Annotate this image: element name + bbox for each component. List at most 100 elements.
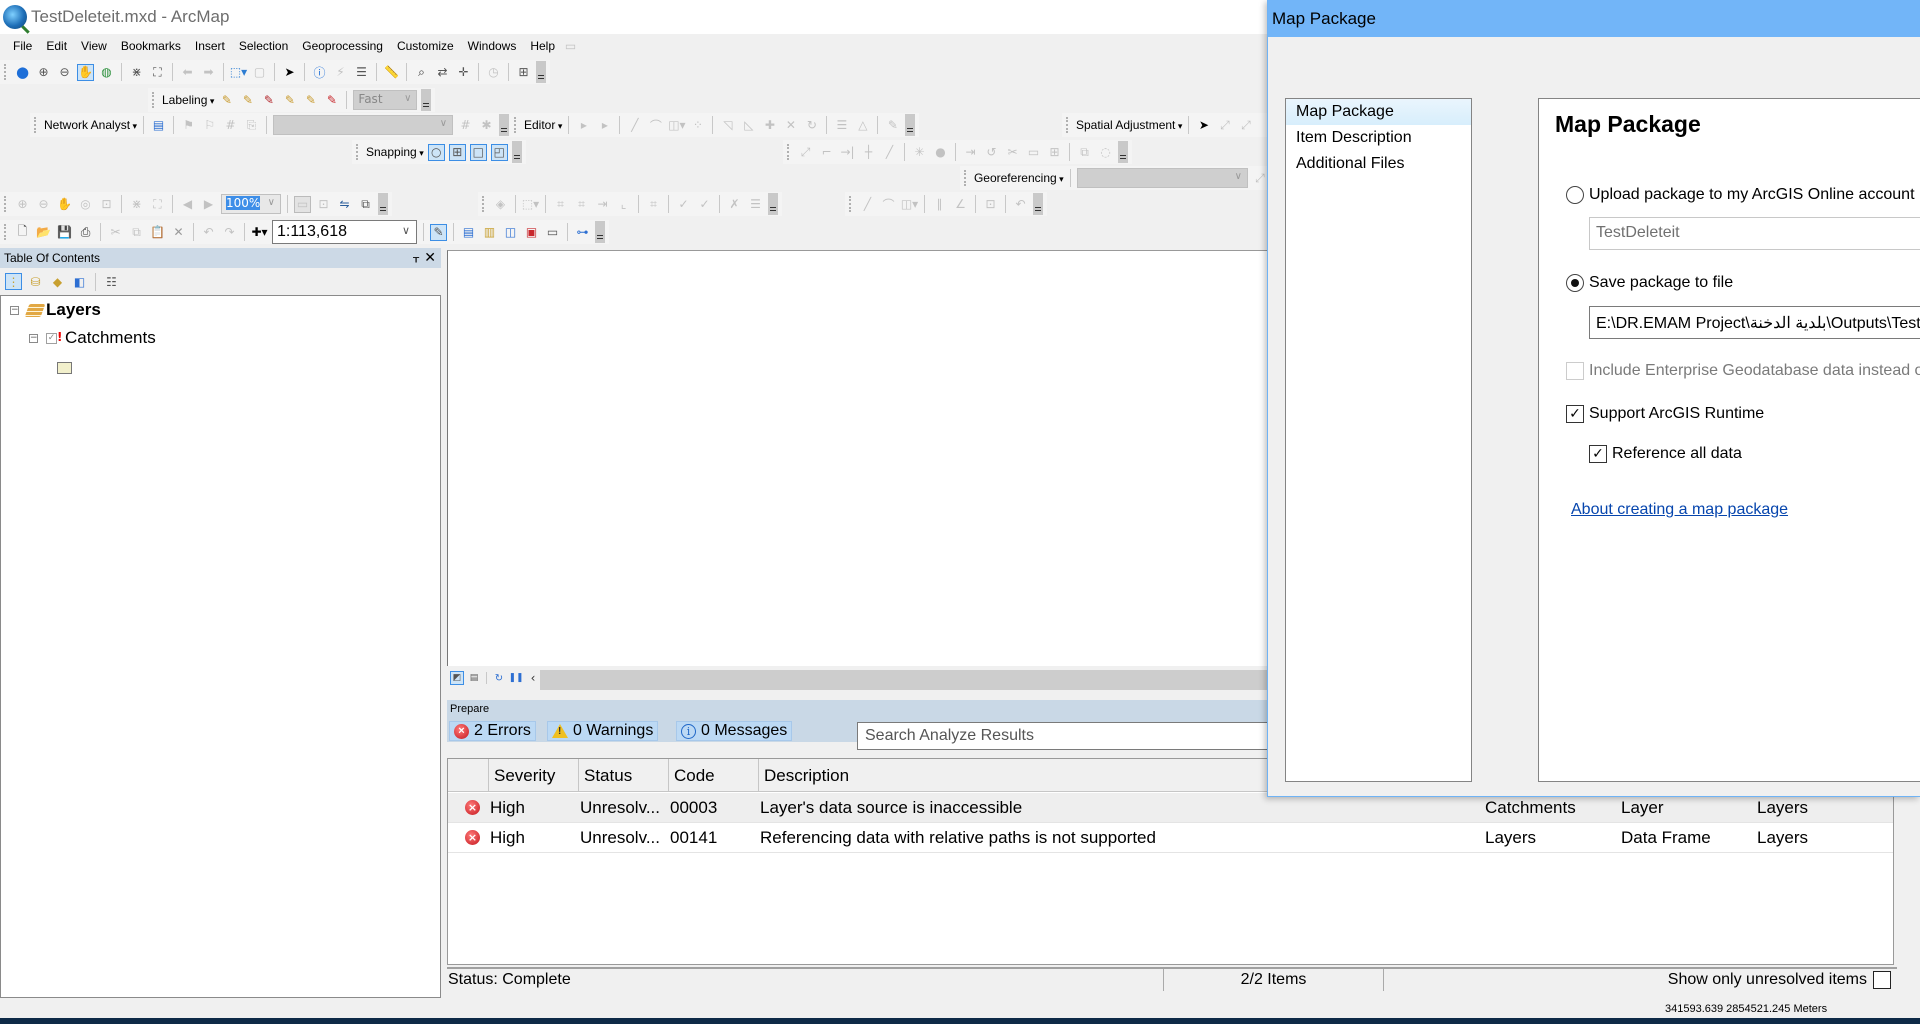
copy-icon[interactable]: ⧉ (128, 224, 145, 241)
support-runtime-checkbox[interactable]: ✓ (1566, 405, 1584, 423)
dialog-title[interactable]: Map Package (1268, 0, 1920, 37)
edge-snapping-icon[interactable]: ◰ (490, 143, 508, 161)
buffer-icon[interactable]: ◌ (1097, 144, 1114, 161)
trim-icon[interactable]: ┼ (860, 144, 877, 161)
label-manager-icon[interactable]: ✎ (218, 92, 235, 109)
save-icon[interactable]: 💾 (56, 224, 73, 241)
line-tool-icon[interactable]: ╱ (859, 196, 876, 213)
fixed-zoom-out-icon[interactable]: ⛶ (149, 64, 166, 81)
forward-extent-icon[interactable]: ➡ (200, 64, 217, 81)
select-elements-icon[interactable]: ➤ (281, 64, 298, 81)
magnifier-window-icon[interactable]: ⊞ (515, 64, 532, 81)
toolbar-overflow[interactable] (511, 141, 522, 163)
toolbar-overflow[interactable] (768, 193, 778, 215)
edit-vertices-icon[interactable]: ◹ (719, 117, 736, 134)
reshape-edge-icon[interactable]: ⌗ (573, 196, 590, 213)
collapse-icon[interactable]: − (10, 306, 19, 315)
editor-toolbar-toggle-icon[interactable]: ✎ (430, 223, 447, 241)
show-shared-icon[interactable]: ⌞ (615, 196, 632, 213)
angle-icon[interactable]: ∠ (952, 196, 969, 213)
refresh-icon[interactable]: ↻ (492, 671, 506, 685)
save-to-file-radio[interactable] (1566, 274, 1584, 292)
sketch-properties-icon[interactable]: △ (854, 117, 871, 134)
data-driven-pages-icon[interactable]: ⧉ (357, 196, 374, 213)
menu-view[interactable]: View (74, 39, 114, 53)
find-route-icon[interactable]: ⇄ (434, 64, 451, 81)
select-network-location-icon[interactable]: ⚐ (201, 117, 218, 134)
layout-fixed-zoom-in-icon[interactable]: ⋇ (128, 196, 145, 213)
labeling-menu[interactable]: Labeling (162, 93, 214, 107)
error-inspector-icon[interactable]: ☰ (747, 196, 764, 213)
layer-name[interactable]: Catchments (65, 328, 156, 348)
unresolved-only-checkbox[interactable] (1873, 971, 1891, 989)
cut-icon[interactable]: ✂ (107, 224, 124, 241)
find-icon[interactable]: ⌕ (413, 64, 430, 81)
redo-icon[interactable]: ↷ (221, 224, 238, 241)
about-map-package-link[interactable]: About creating a map package (1571, 501, 1788, 519)
data-frame-name[interactable]: Layers (46, 300, 101, 320)
warnings-tab[interactable]: 0 Warnings (547, 721, 659, 741)
end-snapping-icon[interactable]: ⊞ (448, 143, 466, 161)
menu-geoprocessing[interactable]: Geoprocessing (295, 39, 390, 53)
toolbar-overflow[interactable] (536, 61, 546, 83)
cut-polygons-icon[interactable]: ✚ (761, 117, 778, 134)
menu-file[interactable]: File (6, 39, 39, 53)
create-network-location-icon[interactable]: ⚑ (180, 117, 197, 134)
end-point-arc-icon[interactable]: ⌒ (647, 117, 664, 134)
label-weights-icon[interactable]: ✎ (260, 92, 277, 109)
menu-grip-icon[interactable]: ▭ (562, 38, 579, 55)
nav-item-description[interactable]: Item Description (1286, 125, 1471, 151)
proportion-icon[interactable]: ⊡ (982, 196, 999, 213)
point-snapping-icon[interactable]: ○ (427, 143, 445, 161)
list-by-selection-icon[interactable]: ◧ (71, 273, 88, 290)
print-icon[interactable]: ⎙ (77, 224, 94, 241)
column-severity[interactable]: Severity (488, 759, 578, 792)
layout-fixed-zoom-out-icon[interactable]: ⛶ (149, 196, 166, 213)
modify-link-icon[interactable]: ⤢ (1237, 117, 1254, 134)
paste-icon[interactable]: 📋 (149, 224, 166, 241)
zoom-in-icon[interactable]: ⊕ (35, 64, 52, 81)
trace-icon[interactable]: ◫▾ (668, 117, 685, 134)
zoom-whole-page-icon[interactable]: ◎ (77, 196, 94, 213)
toc-window-icon[interactable]: ▤ (460, 224, 477, 241)
copy-features-icon[interactable]: ⤢ (797, 144, 814, 161)
html-popup-icon[interactable]: ☰ (353, 64, 370, 81)
menu-edit[interactable]: Edit (39, 39, 74, 53)
menu-windows[interactable]: Windows (461, 39, 524, 53)
search-window-icon[interactable]: ◫ (502, 224, 519, 241)
generalize-icon[interactable]: ● (932, 144, 949, 161)
catalog-window-icon[interactable]: ▥ (481, 224, 498, 241)
edit-tool-icon[interactable]: ▸ (575, 117, 592, 134)
traverse-icon[interactable]: ◫▾ (901, 196, 918, 213)
hyperlink-icon[interactable]: ⚡ (332, 64, 349, 81)
pan-icon[interactable]: ✋ (77, 63, 94, 81)
layout-view-icon[interactable]: ▤ (467, 671, 481, 685)
fillet-icon[interactable]: ⌐ (818, 144, 835, 161)
pause-labeling-icon[interactable]: ✎ (302, 92, 319, 109)
add-data-icon[interactable]: ✚▾ (251, 224, 268, 241)
back-extent-icon[interactable]: ⬅ (179, 64, 196, 81)
scroll-left-icon[interactable]: ‹ (526, 671, 540, 685)
zoom-out-icon[interactable]: ⊖ (56, 64, 73, 81)
menu-customize[interactable]: Customize (390, 39, 461, 53)
layer-symbol[interactable] (57, 362, 72, 374)
fixed-zoom-in-icon[interactable]: ⋇ (128, 64, 145, 81)
curve-tool-icon[interactable]: ⌒ (880, 196, 897, 213)
create-features-icon[interactable]: ✎ (884, 117, 901, 134)
layout-zoom-out-icon[interactable]: ⊖ (35, 196, 52, 213)
attributes-icon[interactable]: ☰ (833, 117, 850, 134)
close-icon[interactable]: ✕ (424, 249, 436, 266)
arctoolbox-icon[interactable]: ▣ (523, 224, 540, 241)
toolbar-grip[interactable] (4, 64, 7, 80)
split-icon[interactable]: ✕ (782, 117, 799, 134)
unplaced-labels-icon[interactable]: ✎ (323, 92, 340, 109)
menu-selection[interactable]: Selection (232, 39, 295, 53)
pin-icon[interactable]: ᚁ (413, 250, 419, 264)
network-grid-icon[interactable]: # (222, 117, 239, 134)
delete-icon[interactable]: ✕ (170, 224, 187, 241)
align-to-shape-icon[interactable]: ⇥ (962, 144, 979, 161)
toolbar-overflow[interactable] (1118, 141, 1128, 163)
list-by-source-icon[interactable]: ⛁ (27, 273, 44, 290)
change-layout-icon[interactable]: ⇋ (336, 196, 353, 213)
select-elements-icon[interactable]: ➤ (1195, 117, 1212, 134)
